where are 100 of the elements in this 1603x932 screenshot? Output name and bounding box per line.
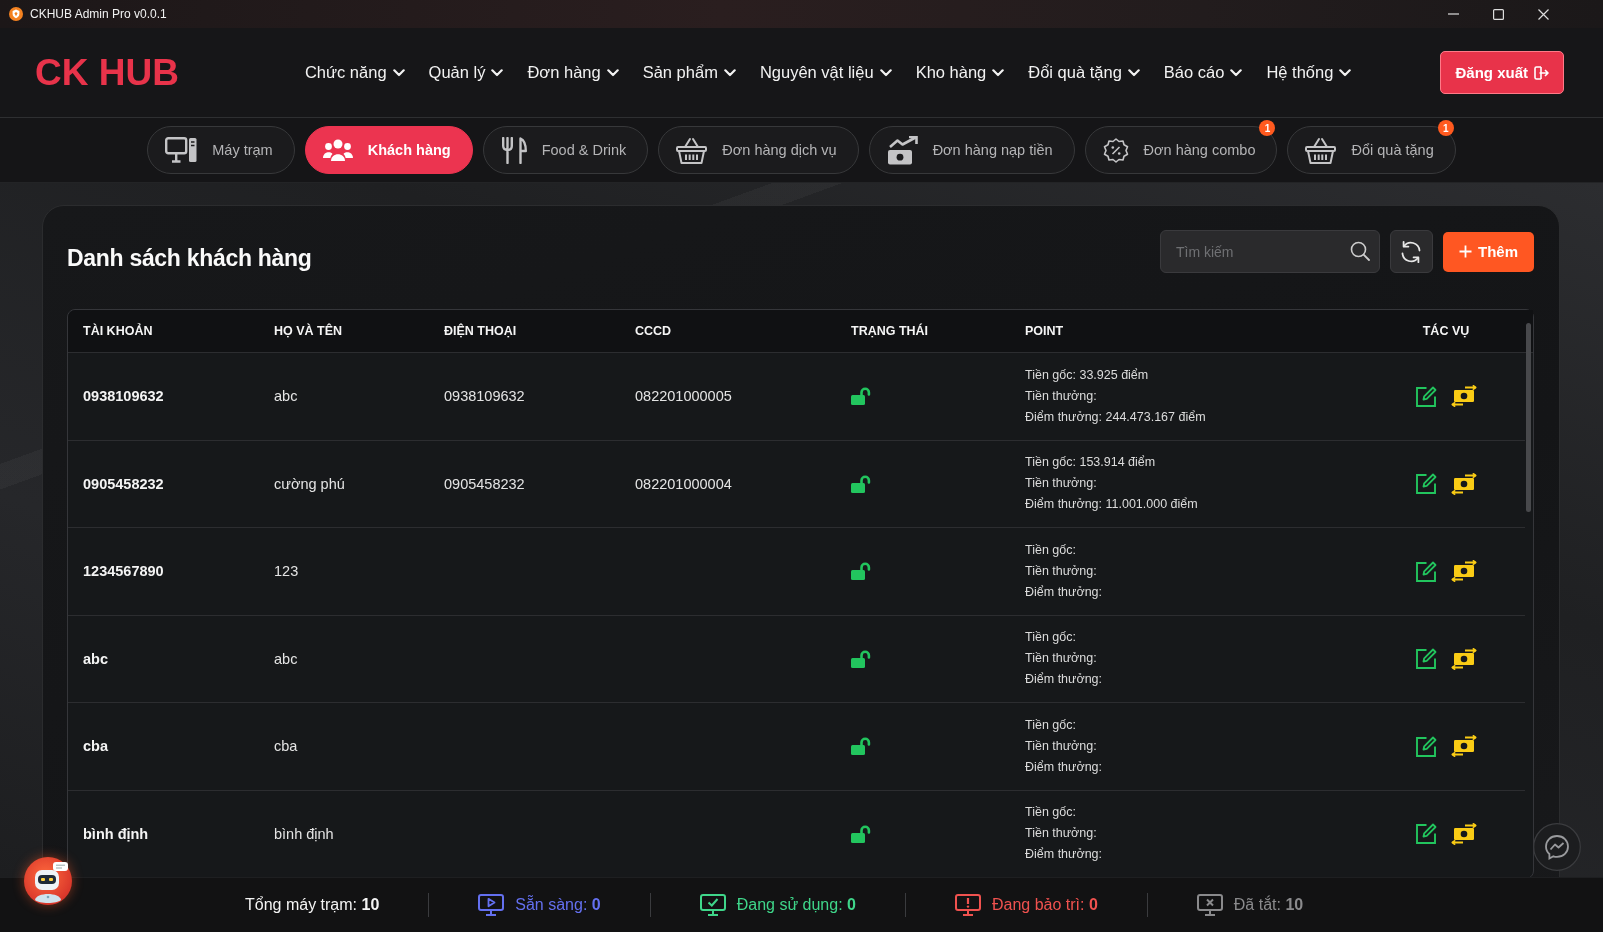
column-header: HỌ VÀ TÊN — [274, 324, 343, 338]
plus-icon — [1459, 245, 1472, 258]
logout-button[interactable]: Đăng xuất — [1440, 51, 1564, 94]
point-detail: Tiền gốc: — [1025, 804, 1076, 822]
customer-name: abc — [274, 388, 298, 405]
column-header: TRẠNG THÁI — [851, 324, 929, 338]
basket-icon — [676, 136, 708, 164]
search-field[interactable]: Tìm kiếm — [1160, 230, 1380, 273]
column-header: ĐIỆN THOẠI — [444, 324, 517, 338]
customer-name: cba — [274, 738, 298, 755]
customer-name: bình định — [274, 825, 334, 842]
people-icon — [322, 139, 353, 161]
discount-badge-icon — [1102, 137, 1129, 163]
customer-name: 123 — [274, 563, 299, 580]
customer-name: abc — [274, 650, 298, 667]
chevron-down-icon — [992, 68, 1005, 77]
tab[interactable]: Khách hàng — [304, 126, 473, 174]
phone-number: 0905458232 — [444, 475, 525, 492]
tab[interactable]: Máy trạm — [147, 126, 295, 174]
point-detail: Tiền gốc: — [1025, 541, 1076, 559]
edit-icon[interactable] — [1415, 735, 1437, 757]
fork-knife-icon — [500, 136, 527, 164]
account-number: 1234567890 — [83, 563, 164, 580]
point-detail: Điểm thưởng: 11.001.000 điểm — [1025, 496, 1198, 514]
point-detail: Tiền thưởng: — [1025, 825, 1097, 843]
notification-badge: 1 — [1259, 120, 1276, 136]
edit-icon[interactable] — [1415, 560, 1437, 582]
page-title: Danh sách khách hàng — [67, 245, 312, 272]
account-number: bình định — [83, 825, 149, 842]
monitor-check-icon — [699, 894, 726, 916]
money-exchange-icon[interactable] — [1450, 647, 1477, 670]
robot-assistant-icon[interactable] — [23, 856, 73, 906]
nav-menu-item[interactable]: Báo cáo — [1163, 63, 1243, 82]
chevron-down-icon — [1230, 68, 1243, 77]
maximize-icon[interactable] — [1493, 8, 1504, 20]
brand-logo: CK HUB — [35, 51, 179, 94]
monitor-play-icon — [478, 894, 505, 916]
chevron-down-icon — [1339, 68, 1352, 77]
monitor-alert-icon — [954, 894, 981, 916]
money-exchange-icon[interactable] — [1450, 735, 1477, 758]
total-count: Tổng máy trạm: 10 — [245, 896, 380, 914]
chevron-down-icon — [392, 68, 405, 77]
account-number: 0938109632 — [83, 388, 164, 405]
nav-menu-item[interactable]: Chức năng — [304, 63, 405, 82]
column-header: TÁC VỤ — [1422, 324, 1470, 338]
point-detail: Tiền thưởng: — [1025, 737, 1097, 755]
edit-icon[interactable] — [1415, 823, 1437, 845]
nav-menu-item[interactable]: Nguyên vật liệu — [759, 63, 892, 82]
point-detail: Tiền gốc: — [1025, 629, 1076, 647]
point-detail: Tiền thưởng: — [1025, 650, 1097, 668]
tab[interactable]: Food & Drink — [482, 126, 649, 174]
account-number: 0905458232 — [83, 475, 164, 492]
chevron-down-icon — [879, 68, 892, 77]
app-logo-icon — [9, 7, 23, 21]
nav-menu-item[interactable]: Kho hàng — [915, 63, 1005, 82]
edit-icon[interactable] — [1415, 385, 1437, 407]
computer-icon — [165, 137, 198, 163]
chat-bubble-icon[interactable] — [1533, 823, 1581, 871]
edit-icon[interactable] — [1415, 648, 1437, 670]
notification-badge: 1 — [1437, 120, 1454, 136]
customer-name: cường phú — [274, 475, 345, 492]
scrollbar[interactable] — [1526, 323, 1531, 512]
money-chart-icon — [886, 135, 918, 165]
logout-icon — [1534, 65, 1549, 80]
money-exchange-icon[interactable] — [1450, 822, 1477, 845]
nav-menu-item[interactable]: Quản lý — [428, 63, 504, 82]
point-detail: Điểm thưởng: 244.473.167 điểm — [1025, 408, 1206, 426]
edit-icon[interactable] — [1415, 473, 1437, 495]
nav-menu-item[interactable]: Đơn hàng — [527, 63, 619, 82]
money-exchange-icon[interactable] — [1450, 472, 1477, 495]
nav-menu-item[interactable]: Đổi quà tặng — [1028, 63, 1140, 82]
point-detail: Tiền gốc: — [1025, 716, 1076, 734]
point-detail: Tiền thưởng: — [1025, 475, 1097, 493]
account-number: cba — [83, 738, 108, 755]
tab[interactable]: Đơn hàng dịch vụ — [658, 126, 859, 174]
status-count: Đang bảo trì: 0 — [991, 896, 1098, 914]
tab[interactable]: Đơn hàng nạp tiền — [868, 126, 1075, 174]
close-icon[interactable] — [1538, 8, 1549, 20]
status-count: Đang sử dụng: 0 — [736, 896, 856, 914]
status-count: Đã tắt: 10 — [1233, 896, 1304, 914]
nav-menu-item[interactable]: Sản phẩm — [642, 63, 736, 82]
refresh-button[interactable] — [1390, 230, 1433, 273]
search-icon — [1350, 241, 1370, 261]
id-card-number: 082201000005 — [635, 388, 732, 405]
point-detail: Tiền thưởng: — [1025, 562, 1097, 580]
basket-icon — [1305, 136, 1337, 164]
id-card-number: 082201000004 — [635, 475, 732, 492]
point-detail: Điểm thưởng: — [1025, 671, 1102, 689]
point-detail: Tiền gốc: 33.925 điểm — [1025, 366, 1149, 384]
money-exchange-icon[interactable] — [1450, 385, 1477, 408]
chevron-down-icon — [1127, 68, 1140, 77]
nav-menu-item[interactable]: Hệ thống — [1266, 63, 1352, 82]
column-header: CCCD — [635, 324, 672, 338]
money-exchange-icon[interactable] — [1450, 560, 1477, 583]
window-title: CKHUB Admin Pro v0.0.1 — [30, 7, 167, 21]
chevron-down-icon — [491, 68, 504, 77]
status-count: Sẵn sàng: 0 — [515, 896, 601, 914]
chevron-down-icon — [606, 68, 619, 77]
point-detail: Điểm thưởng: — [1025, 758, 1102, 776]
point-detail: Tiền thưởng: — [1025, 387, 1097, 405]
